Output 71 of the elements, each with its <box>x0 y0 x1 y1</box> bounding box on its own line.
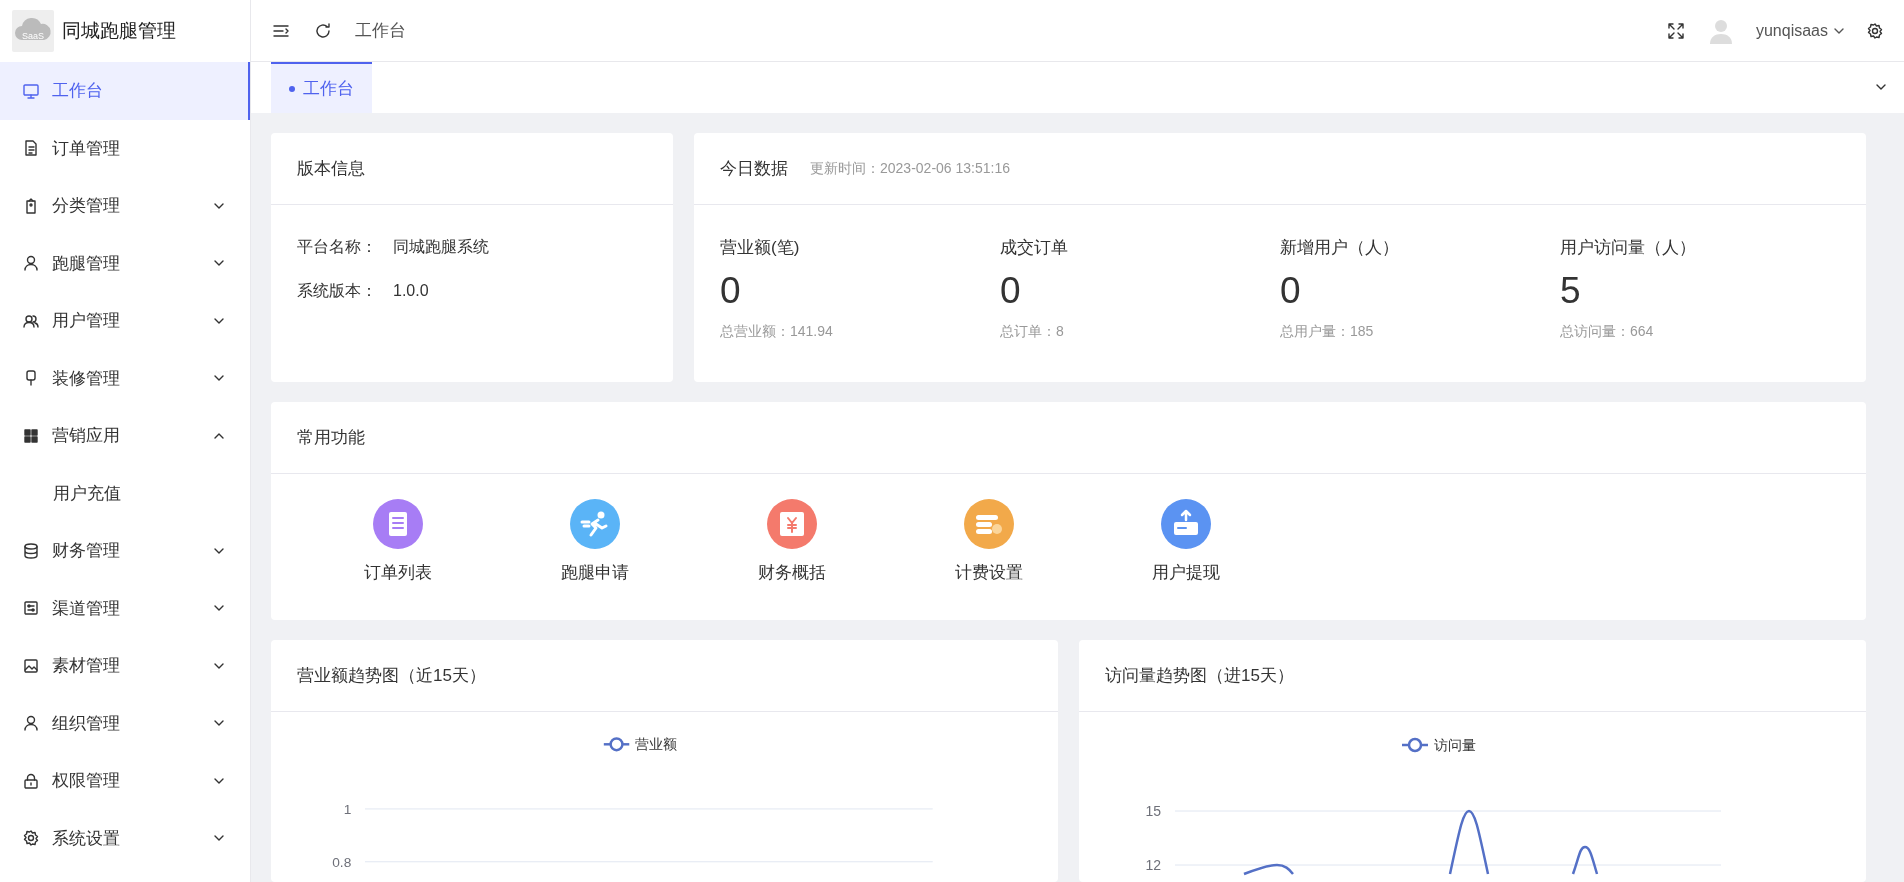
refresh-icon[interactable] <box>313 20 333 41</box>
sidebar-item[interactable]: 素材管理 <box>0 637 250 695</box>
user-icon <box>22 254 40 273</box>
info-label: 平台名称： <box>297 237 377 257</box>
card-title: 访问量趋势图（进15天） <box>1105 664 1294 687</box>
sidebar-item[interactable]: 跑腿管理 <box>0 234 250 292</box>
axis-tick-label: 15 <box>1145 803 1161 819</box>
card-title: 版本信息 <box>297 157 365 180</box>
sidebar-subitem[interactable]: 用户充值 <box>0 464 250 522</box>
stat-value: 0 <box>1000 270 1022 312</box>
image-icon <box>22 656 40 675</box>
chart-legend-icon <box>1402 737 1428 753</box>
card-title: 常用功能 <box>297 426 365 449</box>
stat-label: 新增用户（人） <box>1280 237 1400 259</box>
stat-total: 总访问量：664 <box>1560 322 1655 342</box>
stat-label: 成交订单 <box>1000 237 1069 259</box>
yen-icon <box>765 498 818 550</box>
fullscreen-icon[interactable] <box>1665 20 1686 41</box>
upload-card-icon <box>1159 498 1212 550</box>
sidebar-item[interactable]: 系统设置 <box>0 809 250 867</box>
axis-tick-label: 0.8 <box>332 854 352 870</box>
clipboard-icon <box>371 498 424 550</box>
legend-label: 访问量 <box>1434 737 1476 753</box>
function-shortcut[interactable]: 用户提现 <box>1087 498 1284 586</box>
sidebar-item[interactable]: 装修管理 <box>0 349 250 407</box>
breadcrumb-text: 工作台 <box>355 19 406 42</box>
stat-label: 用户访问量（人） <box>1560 237 1697 259</box>
settings-icon[interactable] <box>1866 21 1884 40</box>
monitor-icon <box>22 81 40 100</box>
user-icon <box>22 714 40 733</box>
stat-total: 总用户量：185 <box>1280 322 1375 342</box>
gear-icon <box>22 829 40 848</box>
update-time: 更新时间：2023-02-06 13:51:16 <box>810 159 1010 178</box>
info-label: 系统版本： <box>297 281 377 301</box>
axis-tick-label: 12 <box>1145 857 1161 873</box>
sidebar-item[interactable]: 权限管理 <box>0 752 250 810</box>
coins-icon <box>962 498 1015 550</box>
runner-icon <box>568 498 621 550</box>
stat-value: 0 <box>720 270 742 312</box>
stat-total: 总营业额：141.94 <box>720 322 834 342</box>
info-value: 1.0.0 <box>393 281 429 301</box>
database-icon <box>22 541 40 560</box>
sidebar-item[interactable]: 财务管理 <box>0 522 250 580</box>
page-tab[interactable]: 工作台 <box>271 62 372 113</box>
stat-value: 5 <box>1560 270 1582 312</box>
chart-legend-icon <box>603 737 630 752</box>
axis-tick-label: 1 <box>343 801 352 817</box>
function-shortcut[interactable]: 财务概括 <box>693 498 890 586</box>
card-title: 营业额趋势图（近15天） <box>297 664 486 687</box>
sidebar-item[interactable]: 订单管理 <box>0 119 250 177</box>
app-title: 同城跑腿管理 <box>62 18 176 43</box>
stat-total: 总订单：8 <box>1000 322 1065 342</box>
stat-value: 0 <box>1280 270 1302 312</box>
info-value: 同城跑腿系统 <box>393 237 489 257</box>
stat-label: 营业额(笔) <box>720 237 801 259</box>
sidebar-item[interactable]: 渠道管理 <box>0 579 250 637</box>
sidebar-item[interactable]: 组织管理 <box>0 694 250 752</box>
document-icon <box>22 139 40 158</box>
sidebar-item[interactable]: 工作台 <box>0 62 250 120</box>
function-shortcut[interactable]: 跑腿申请 <box>496 498 693 586</box>
sidebar-item[interactable]: 分类管理 <box>0 177 250 235</box>
sidebar-item[interactable]: 营销应用 <box>0 407 250 465</box>
function-shortcut[interactable]: 订单列表 <box>299 498 496 586</box>
grid-icon <box>22 426 40 445</box>
user-menu[interactable]: yunqisaas <box>1755 18 1846 43</box>
function-shortcut[interactable]: 计费设置 <box>890 498 1087 586</box>
lock-icon <box>22 771 40 790</box>
sliders-icon <box>22 599 40 618</box>
sidebar-item[interactable]: 用户管理 <box>0 292 250 350</box>
card-title: 今日数据 <box>720 157 788 180</box>
legend-label: 营业额 <box>635 737 678 753</box>
